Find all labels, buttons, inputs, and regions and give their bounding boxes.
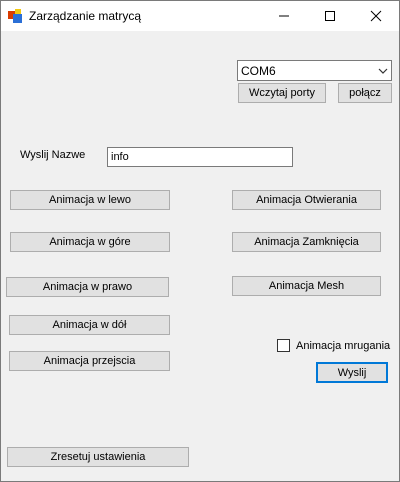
port-select-value: COM6 [241,64,276,78]
reset-settings-button[interactable]: Zresetuj ustawienia [7,447,189,467]
animation-right-button[interactable]: Animacja w prawo [6,277,169,297]
app-icon [8,9,22,23]
chevron-down-icon [378,66,388,76]
window-title: Zarządzanie matrycą [29,9,142,23]
maximize-icon[interactable] [307,1,353,31]
minimize-icon[interactable] [261,1,307,31]
animation-left-button[interactable]: Animacja w lewo [10,190,170,210]
blink-checkbox[interactable] [277,339,290,352]
animation-up-button[interactable]: Animacja w góre [10,232,170,252]
blink-checkbox-label: Animacja mrugania [296,340,391,352]
name-input-value: info [111,151,129,163]
connect-button[interactable]: połącz [338,83,392,103]
name-input[interactable]: info [107,147,293,167]
animation-closing-button[interactable]: Animacja Zamknięcia [232,232,381,252]
title-bar[interactable]: Zarządzanie matrycą [1,1,399,31]
animation-down-button[interactable]: Animacja w dół [9,315,170,335]
port-select[interactable]: COM6 [237,60,392,81]
close-icon[interactable] [353,1,399,31]
send-name-label: Wyslij Nazwe [20,149,86,161]
animation-mesh-button[interactable]: Animacja Mesh [232,276,381,296]
load-ports-button[interactable]: Wczytaj porty [238,83,326,103]
main-window: Zarządzanie matrycą COM6 Wczytaj porty p… [0,0,400,482]
send-button[interactable]: Wyslij [316,362,388,383]
animation-transition-button[interactable]: Animacja przejscia [9,351,170,371]
animation-opening-button[interactable]: Animacja Otwierania [232,190,381,210]
